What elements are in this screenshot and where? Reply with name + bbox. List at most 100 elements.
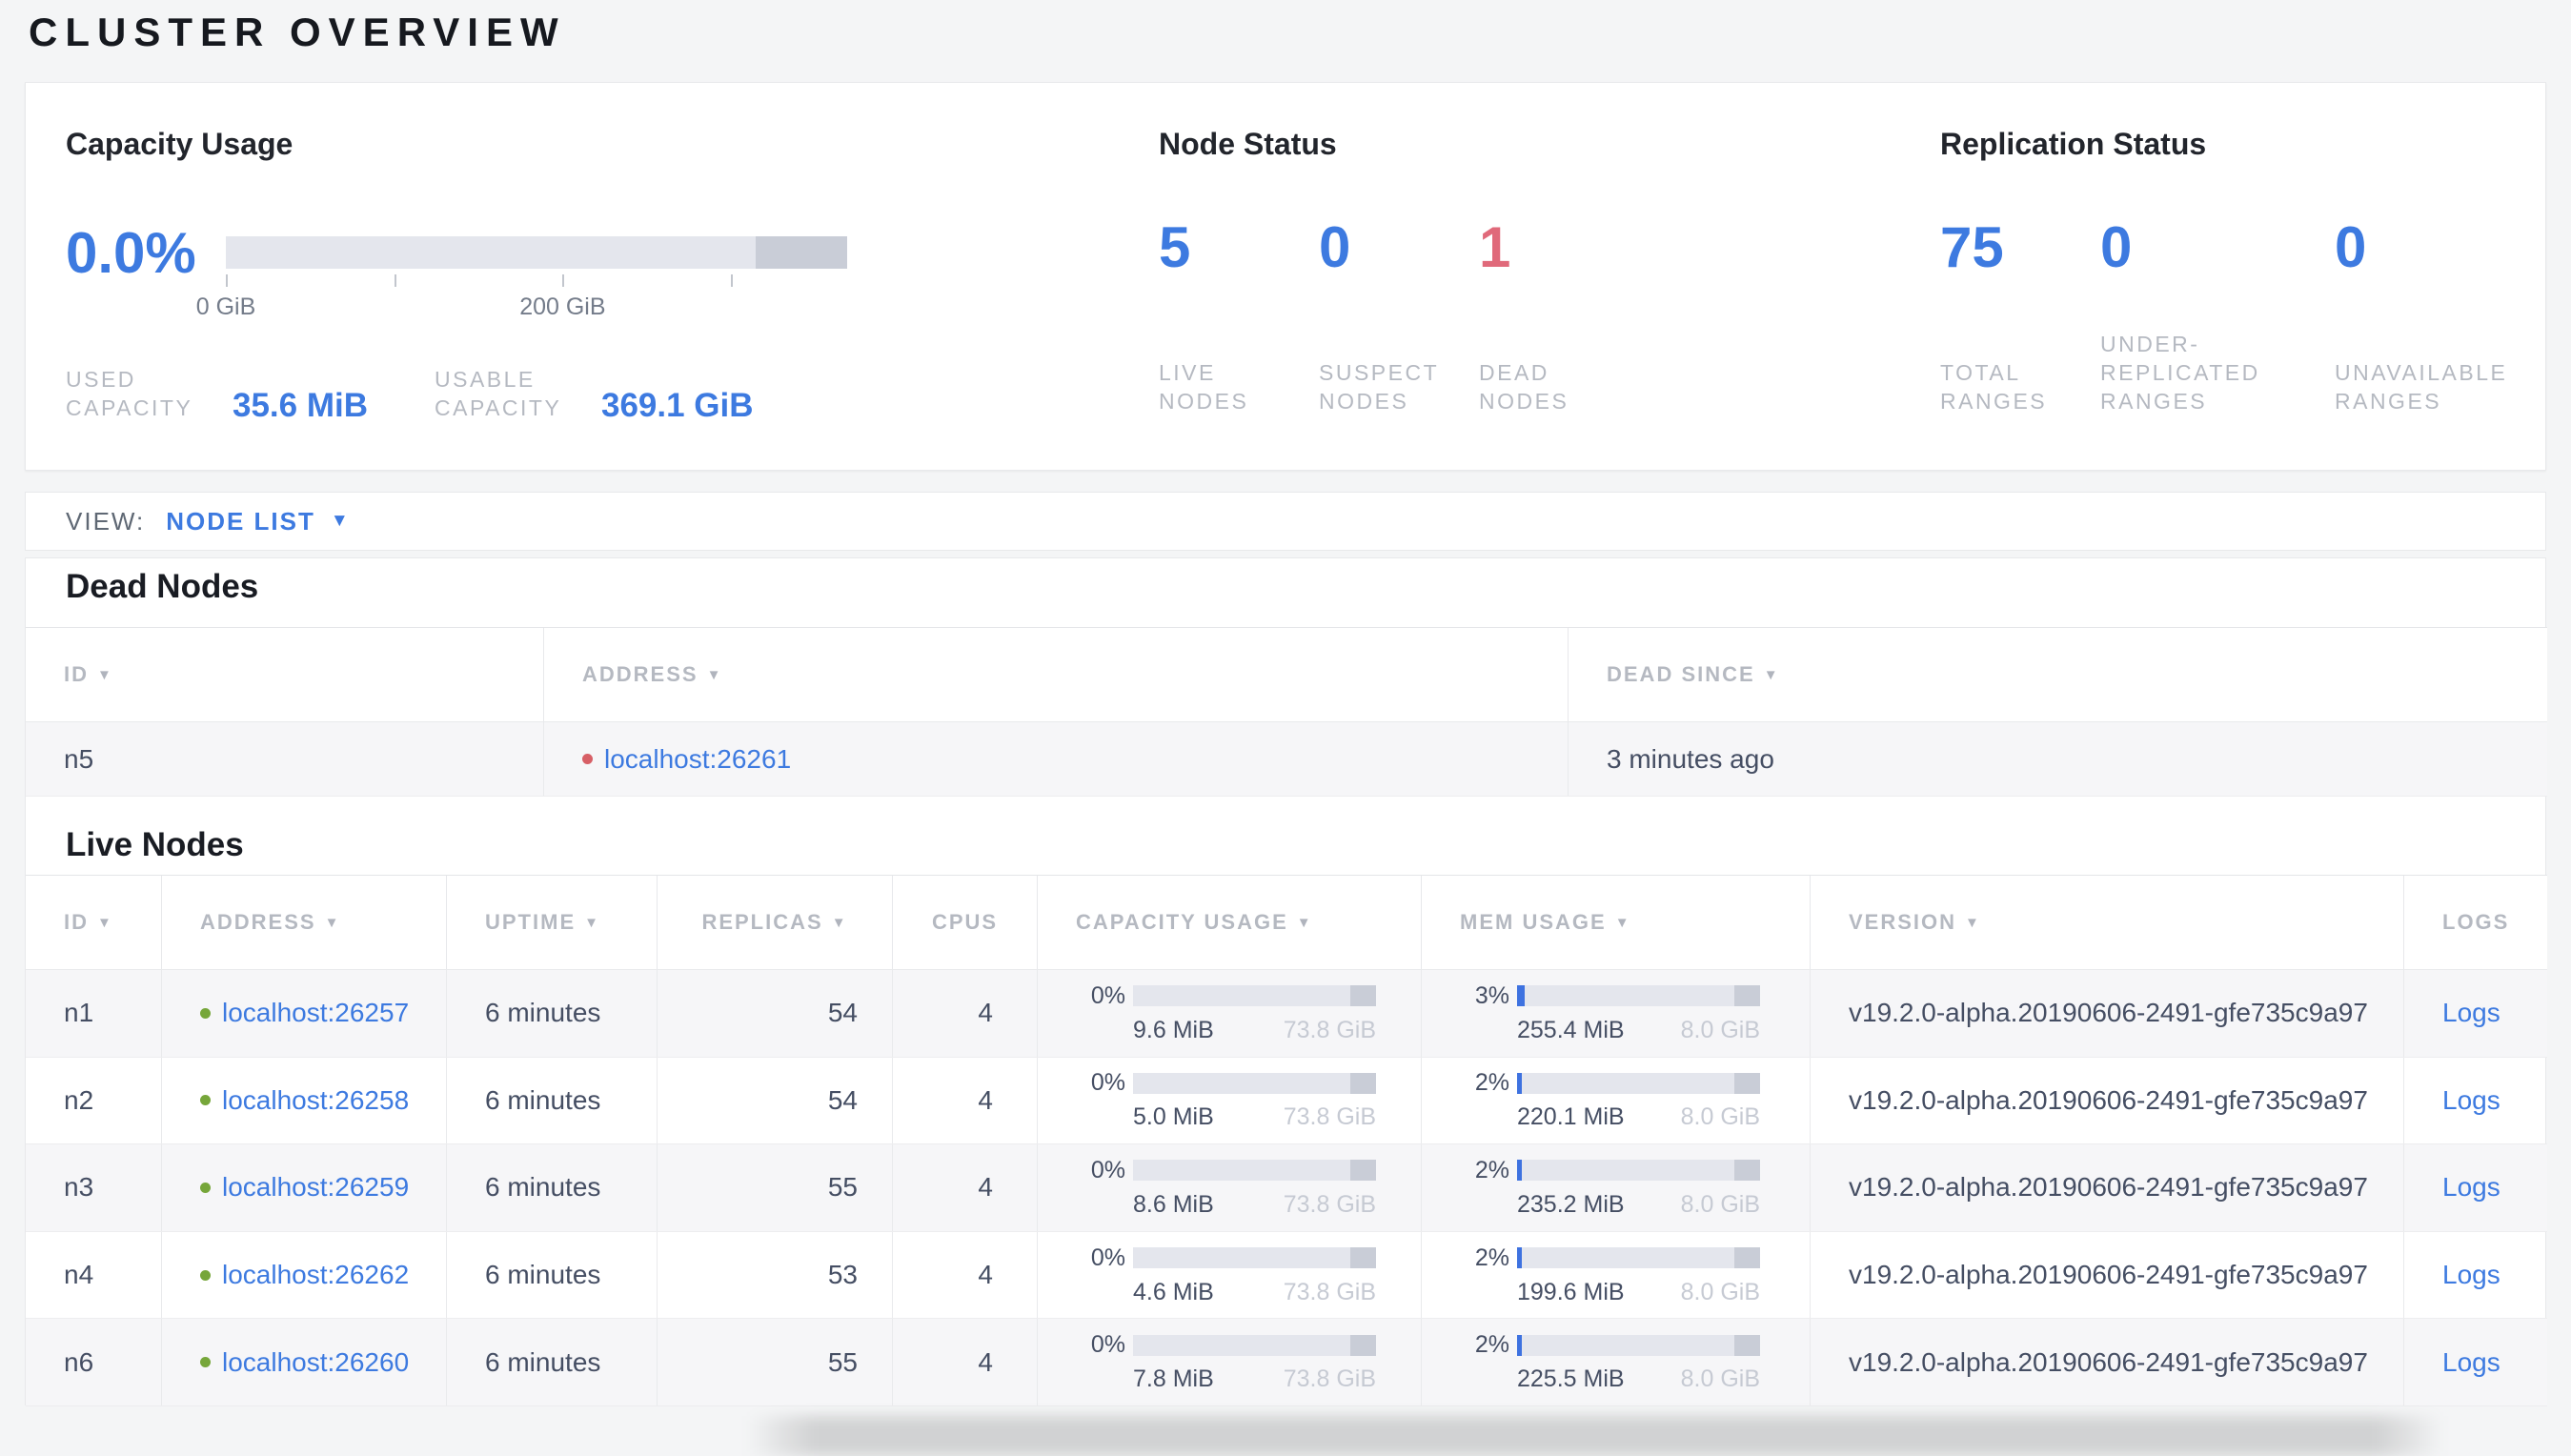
cell-uptime: 6 minutes [447,1057,658,1144]
meter-reserved [1350,1247,1376,1269]
capacity-percent: 0.0% [66,220,196,285]
used-capacity-stat: USED CAPACITY 35.6 MiB [66,365,368,422]
column-label: CAPACITY USAGE [1076,910,1288,934]
live-nodes-heading: Live Nodes [66,826,244,863]
cell-uptime: 6 minutes [447,1231,658,1319]
dead-nodes-label: DEAD NODES [1479,360,1569,414]
column-header-uptime[interactable]: UPTIME ▼ [447,876,658,969]
column-label: ADDRESS [200,910,316,934]
capacity-usage-title: Capacity Usage [66,127,294,161]
logs-link[interactable]: Logs [2442,998,2500,1028]
meter-reserved [1350,1160,1376,1182]
mem-meter-bar [1517,985,1760,1007]
capacity-meter-bar [1133,985,1376,1007]
logs-link[interactable]: Logs [2442,1260,2500,1290]
cell-replicas: 53 [658,1231,893,1319]
capacity-percent: 0% [1090,1331,1125,1359]
column-header-id[interactable]: ID ▼ [26,876,162,969]
column-header-dead-since[interactable]: DEAD SINCE ▼ [1569,628,2547,721]
cell-version: v19.2.0-alpha.20190606-2491-gfe735c9a97 [1811,1231,2404,1319]
capacity-total-value: 73.8 GiB [1283,1016,1376,1043]
logs-link[interactable]: Logs [2442,1085,2500,1116]
unavailable-ranges-stat: 0 UNAVAILABLE RANGES [2335,217,2505,422]
meter-reserved [1734,1247,1760,1269]
dead-nodes-table-header: ID ▼ ADDRESS ▼ DEAD SINCE ▼ [26,627,2547,722]
cell-dead-since: 3 minutes ago [1607,743,1774,774]
live-node-row: n1 localhost:26257 6 minutes 54 4 0% 9.6… [26,970,2547,1058]
bottom-scroll-shadow [746,1416,2444,1456]
column-header-replicas[interactable]: REPLICAS ▼ [658,876,893,969]
live-status-dot-icon [200,1007,211,1019]
cell-cpus: 4 [893,1319,1038,1405]
cell-node-id: n5 [26,722,544,796]
sort-desc-icon: ▼ [831,914,848,931]
cell-cpus: 4 [893,1144,1038,1231]
total-ranges-stat: 75 TOTAL RANGES [1940,217,2100,422]
column-label: LOGS [2442,910,2510,934]
capacity-total-value: 73.8 GiB [1283,1190,1376,1218]
under-replicated-count: 0 [2100,215,2133,279]
cell-logs: Logs [2404,1144,2547,1231]
cell-mem-usage: 2% 199.6 MiB 8.0 GiB [1422,1231,1811,1319]
mem-used-value: 225.5 MiB [1517,1365,1625,1393]
cell-mem-usage: 2% 235.2 MiB 8.0 GiB [1422,1144,1811,1231]
node-address-link[interactable]: localhost:26257 [222,998,409,1028]
cell-version: v19.2.0-alpha.20190606-2491-gfe735c9a97 [1811,1319,2404,1405]
cell-node-address: localhost:26259 [162,1144,447,1231]
dead-nodes-heading: Dead Nodes [66,568,259,605]
cell-node-id: n4 [26,1231,162,1319]
cell-node-id: n3 [26,1144,162,1231]
used-capacity-value: 35.6 MiB [233,387,368,424]
cell-version: v19.2.0-alpha.20190606-2491-gfe735c9a97 [1811,1144,2404,1231]
axis-tick-label: 200 GiB [519,293,606,320]
capacity-total-value: 73.8 GiB [1283,1103,1376,1131]
capacity-percent: 0% [1090,1156,1125,1183]
logs-link[interactable]: Logs [2442,1347,2500,1378]
mem-percent: 3% [1474,981,1509,1009]
column-header-cpus[interactable]: CPUS [893,876,1038,969]
column-label: DEAD SINCE [1607,662,1755,686]
column-header-id[interactable]: ID ▼ [26,628,544,721]
column-label: ADDRESS [582,662,698,686]
cell-uptime: 6 minutes [447,1144,658,1231]
node-address-link[interactable]: localhost:26259 [222,1172,409,1203]
meter-reserved [1734,1334,1760,1356]
cell-mem-usage: 2% 220.1 MiB 8.0 GiB [1422,1057,1811,1144]
column-label: ID [64,910,89,934]
view-selected-value: NODE LIST [166,506,315,536]
column-header-mem-usage[interactable]: MEM USAGE ▼ [1422,876,1811,969]
mem-used-value: 220.1 MiB [1517,1103,1625,1131]
column-header-address[interactable]: ADDRESS ▼ [544,628,1569,721]
cell-node-address: localhost:26257 [162,970,447,1057]
node-address-link[interactable]: localhost:26260 [222,1347,409,1378]
cell-capacity-usage: 0% 7.8 MiB 73.8 GiB [1038,1319,1422,1405]
logs-link[interactable]: Logs [2442,1172,2500,1203]
live-status-dot-icon [200,1182,211,1193]
mem-meter-bar [1517,1247,1760,1269]
column-label: CPUS [931,910,999,934]
meter-fill [1517,1247,1523,1269]
node-address-link[interactable]: localhost:26262 [222,1260,409,1290]
column-header-capacity-usage[interactable]: CAPACITY USAGE ▼ [1038,876,1422,969]
under-replicated-label: UNDER-REPLICATED RANGES [2100,332,2260,414]
column-label: ID [64,662,89,686]
suspect-nodes-stat: 0 SUSPECT NODES [1319,217,1479,422]
node-address-link[interactable]: localhost:26258 [222,1085,409,1116]
unavailable-ranges-label: UNAVAILABLE RANGES [2335,360,2508,414]
mem-percent: 2% [1474,1244,1509,1271]
mem-used-value: 255.4 MiB [1517,1016,1625,1043]
nodes-tables-section: Dead Nodes ID ▼ ADDRESS ▼ DEAD SINCE ▼ n… [25,557,2547,1406]
mem-percent: 2% [1474,1069,1509,1097]
column-header-version[interactable]: VERSION ▼ [1811,876,2404,969]
sort-desc-icon: ▼ [1965,914,1981,931]
cell-cpus: 4 [893,970,1038,1057]
mem-percent: 2% [1474,1156,1509,1183]
node-address-link[interactable]: localhost:26261 [604,744,791,775]
live-node-row: n6 localhost:26260 6 minutes 55 4 0% 7.8… [26,1319,2547,1406]
column-header-address[interactable]: ADDRESS ▼ [162,876,447,969]
cell-cpus: 4 [893,1231,1038,1319]
cluster-summary-card: Capacity Usage 0.0% 0 GiB 200 GiB USED C… [25,82,2546,471]
live-status-dot-icon [200,1095,211,1106]
dead-node-row: n5 localhost:26261 3 minutes ago [26,722,2547,797]
view-selector-dropdown[interactable]: NODE LIST ▼ [166,507,348,536]
